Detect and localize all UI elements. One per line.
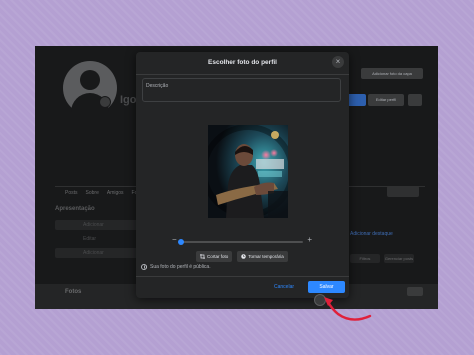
cancel-button[interactable]: Cancelar [274,284,294,290]
tab-posts[interactable]: Posts [65,190,78,196]
privacy-notice: Sua foto do perfil é pública. [141,264,211,270]
tab-about[interactable]: Sobre [86,190,99,196]
edit-profile-button[interactable]: Editar perfil [368,94,404,106]
zoom-in-icon[interactable]: + [307,235,312,244]
zoom-slider-row: − + [172,235,312,246]
crop-icon [200,254,205,259]
make-temporary-button[interactable]: Tornar temporária [237,251,288,262]
more-options-button[interactable] [408,94,422,106]
save-button[interactable]: Salvar [308,281,345,293]
crop-photo-button[interactable]: Cortar foto [196,251,233,262]
dialog-header: Escolher foto do perfil × [136,52,349,75]
zoom-slider-thumb[interactable] [178,239,184,245]
description-field[interactable]: Descrição [142,78,341,102]
add-cover-photo-button[interactable]: Adicionar foto da capa [361,68,423,79]
privacy-notice-text: Sua foto do perfil é pública. [150,264,211,270]
zoom-slider-track[interactable] [178,239,303,245]
camera-icon[interactable] [99,96,111,108]
profile-photo-preview[interactable] [208,125,288,218]
photos-heading: Fotos [65,289,82,295]
zoom-out-icon[interactable]: − [172,235,177,244]
photo-image [208,125,288,218]
featured-link[interactable]: Adicionar destaque [350,231,393,237]
tab-friends[interactable]: Amigos [107,190,124,196]
choose-profile-photo-dialog: Escolher foto do perfil × Descrição − + … [136,52,349,298]
profile-name: Igo [120,94,137,106]
profile-avatar[interactable] [63,61,117,115]
manage-posts-button[interactable]: Gerenciar posts [384,254,414,263]
profile-tabs: Posts Sobre Amigos Fotos [65,190,144,196]
dialog-title: Escolher foto do perfil [208,59,277,66]
photos-more-button[interactable] [407,287,423,296]
make-temporary-label: Tornar temporária [248,254,284,259]
globe-icon [141,264,147,270]
avatar-head [80,70,100,90]
description-placeholder: Descrição [146,83,169,89]
post-filter-buttons: Filtros Gerenciar posts [350,254,414,263]
tabs-more-button[interactable] [387,186,419,197]
photo-tools: Cortar foto Tornar temporária [196,251,288,262]
crop-photo-label: Cortar foto [207,254,229,259]
close-icon[interactable]: × [332,56,344,68]
annotation-highlight [314,294,326,306]
filters-button[interactable]: Filtros [350,254,380,263]
clock-icon [241,254,247,259]
